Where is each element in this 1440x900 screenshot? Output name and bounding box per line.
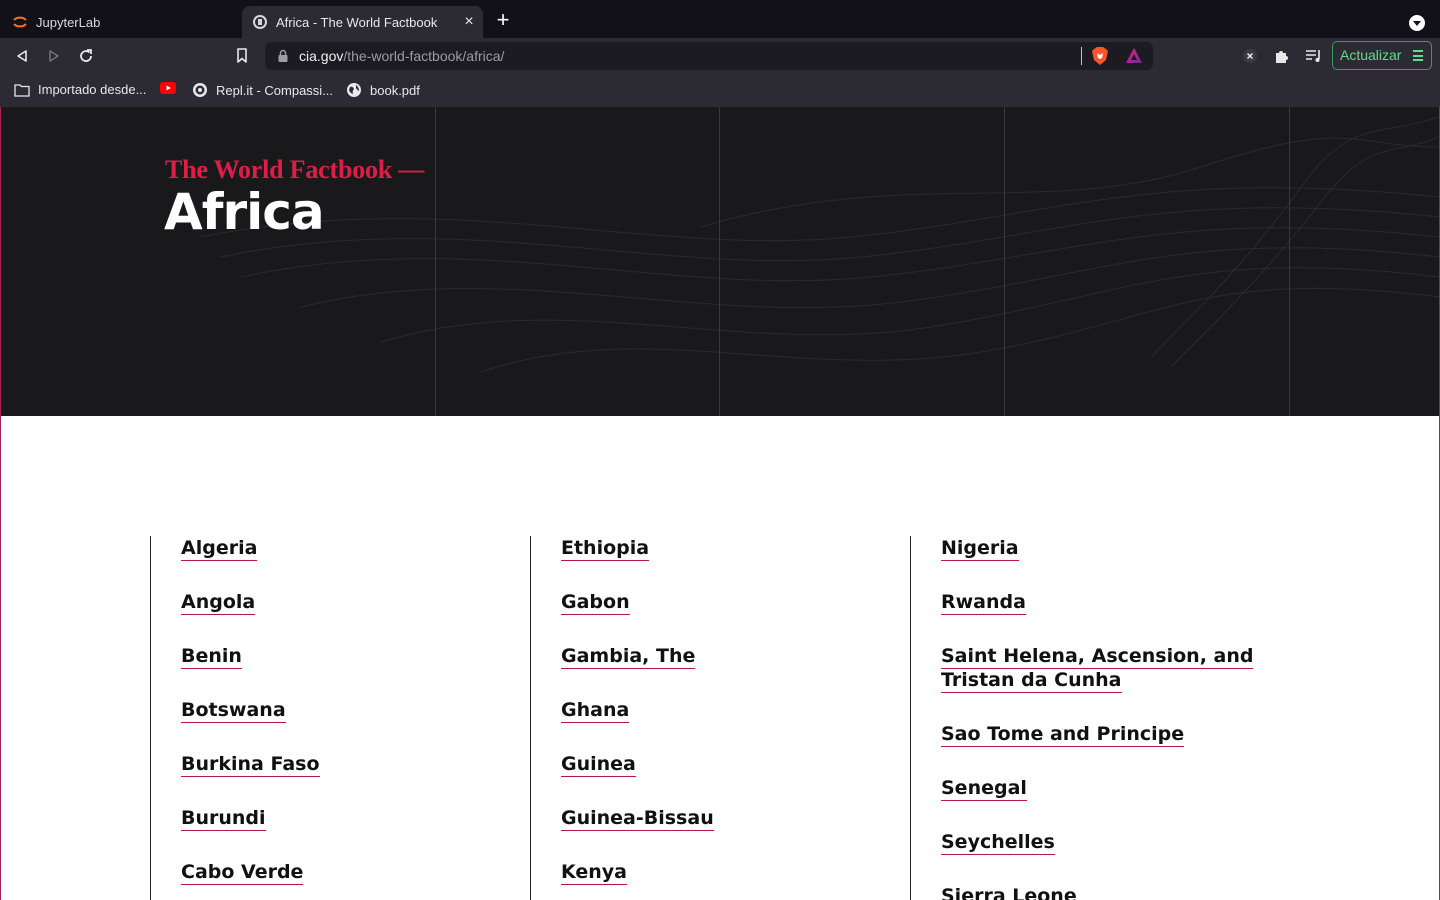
bookmark-label: book.pdf [370, 82, 420, 98]
bookmark-label: Importado desde... [38, 82, 147, 97]
country-link-nigeria[interactable]: Nigeria [941, 536, 1019, 561]
country-link-rwanda[interactable]: Rwanda [941, 590, 1026, 615]
reload-icon[interactable] [76, 46, 96, 66]
bookmark-icon[interactable] [232, 46, 252, 66]
update-label: Actualizar [1340, 47, 1402, 63]
page-content: The World Factbook — Africa Algeria Ango… [0, 107, 1440, 900]
hero-wave-pattern [200, 116, 1439, 373]
hero-grid-line [1289, 107, 1290, 416]
tab-title: Africa - The World Factbook [276, 14, 438, 30]
bookmarks-bar: Importado desde... Repl.it - Compassi...… [0, 74, 1440, 107]
new-tab-button[interactable]: + [494, 9, 512, 31]
hero-grid-line [719, 107, 720, 416]
playlist-icon[interactable] [1304, 46, 1324, 66]
update-button[interactable]: Actualizar [1332, 41, 1432, 70]
back-icon[interactable] [12, 46, 32, 66]
jupyter-icon [12, 14, 28, 30]
country-link-gambia[interactable]: Gambia, The [561, 644, 696, 669]
url-text: cia.gov/the-world-factbook/africa/ [299, 48, 505, 64]
globe-icon [346, 82, 362, 98]
lock-icon [277, 49, 289, 68]
hero-banner: The World Factbook — Africa [1, 107, 1439, 416]
country-link-saint-helena[interactable]: Saint Helena, Ascension, and [941, 644, 1254, 669]
country-link-saint-helena-line-2[interactable]: Tristan da Cunha [941, 668, 1122, 693]
country-column-1: Algeria Angola Benin Botswana Burkina Fa… [150, 536, 530, 900]
country-column-2: Ethiopia Gabon Gambia, The Ghana Guinea … [530, 536, 910, 900]
brave-shields-icon[interactable] [1091, 46, 1109, 71]
hero-kicker[interactable]: The World Factbook — [165, 155, 424, 185]
country-link-ghana[interactable]: Ghana [561, 698, 630, 723]
bookmark-replit[interactable]: Repl.it - Compassi... [192, 82, 333, 98]
bookmark-imported-folder[interactable]: Importado desde... [14, 82, 146, 97]
country-link-kenya[interactable]: Kenya [561, 860, 628, 885]
youtube-icon [160, 82, 176, 94]
folder-icon [14, 83, 30, 97]
bookmark-youtube[interactable] [160, 82, 184, 94]
tab-strip: JupyterLab Africa - The World Factbook ×… [0, 0, 1440, 38]
country-link-guinea-bissau[interactable]: Guinea-Bissau [561, 806, 714, 831]
country-link-burkina-faso[interactable]: Burkina Faso [181, 752, 320, 777]
replit-icon [192, 82, 208, 98]
country-link-algeria[interactable]: Algeria [181, 536, 258, 561]
browser-toolbar: cia.gov/the-world-factbook/africa/ Actua… [0, 38, 1440, 74]
country-link-sierra-leone[interactable]: Sierra Leone [941, 884, 1077, 900]
country-link-burundi[interactable]: Burundi [181, 806, 266, 831]
country-link-guinea[interactable]: Guinea [561, 752, 636, 777]
close-tab-icon[interactable]: × [461, 14, 477, 30]
page-title: Africa [164, 183, 325, 241]
country-link-cabo-verde[interactable]: Cabo Verde [181, 860, 304, 885]
hero-grid-line [435, 107, 436, 416]
extensions-puzzle-icon[interactable] [1272, 46, 1292, 66]
tab-africa-factbook[interactable]: Africa - The World Factbook × [242, 6, 483, 38]
tab-jupyterlab[interactable]: JupyterLab [0, 6, 242, 38]
country-link-ethiopia[interactable]: Ethiopia [561, 536, 650, 561]
menu-icon [1413, 50, 1423, 61]
tab-title: JupyterLab [36, 14, 101, 30]
country-link-senegal[interactable]: Senegal [941, 776, 1027, 801]
extension-x-icon[interactable] [1240, 46, 1260, 66]
divider [1081, 47, 1082, 65]
country-column-3: Nigeria Rwanda Saint Helena, Ascension, … [910, 536, 1290, 900]
brave-rewards-icon[interactable] [1125, 47, 1143, 69]
hero-grid-line [1004, 107, 1005, 416]
forward-icon[interactable] [44, 46, 64, 66]
country-link-botswana[interactable]: Botswana [181, 698, 286, 723]
bookmark-book-pdf[interactable]: book.pdf [346, 82, 420, 98]
country-link-sao-tome[interactable]: Sao Tome and Principe [941, 722, 1185, 747]
country-link-seychelles[interactable]: Seychelles [941, 830, 1055, 855]
address-bar[interactable]: cia.gov/the-world-factbook/africa/ [265, 42, 1153, 70]
cia-seal-icon [252, 14, 268, 30]
country-link-benin[interactable]: Benin [181, 644, 242, 669]
country-link-gabon[interactable]: Gabon [561, 590, 630, 615]
bookmark-label: Repl.it - Compassi... [216, 82, 334, 98]
country-columns: Algeria Angola Benin Botswana Burkina Fa… [1, 536, 1439, 900]
tab-search-chevron-icon[interactable] [1409, 15, 1425, 31]
country-link-angola[interactable]: Angola [181, 590, 256, 615]
